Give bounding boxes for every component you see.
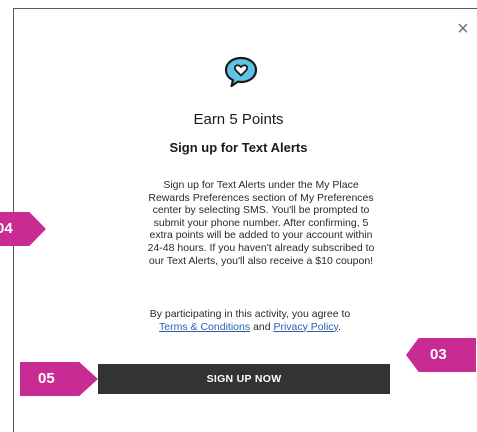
instructions-line: submit your phone number. After confirmi…	[153, 216, 369, 229]
instructions-line: Sign up for Text Alerts under the My Pla…	[163, 179, 359, 191]
consent-links-line: Terms & Conditions and Privacy Policy.	[100, 321, 400, 334]
instructions-line: our Text Alerts, you'll also receive a $…	[148, 254, 374, 267]
close-icon[interactable]: ×	[454, 19, 472, 39]
instructions-line: Rewards Preferences section of My Prefer…	[148, 191, 374, 204]
consent-and: and	[250, 320, 274, 333]
consent-text: By participating in this activity, you a…	[100, 308, 400, 333]
instructions-line: center by selecting SMS. You'll be promp…	[152, 204, 370, 217]
instructions-line: extra points will be added to your accou…	[149, 229, 373, 242]
callout-badge-03: 03	[406, 338, 476, 372]
privacy-link[interactable]: Privacy Policy	[273, 321, 338, 333]
modal-subtitle: Sign up for Text Alerts	[169, 140, 308, 155]
consent-line: By participating in this activity, you a…	[149, 308, 351, 320]
instructions-line: 24-48 hours. If you haven't already subs…	[147, 241, 375, 254]
terms-link[interactable]: Terms & Conditions	[159, 321, 250, 333]
heart-speech-bubble-icon	[224, 56, 258, 88]
instructions-text: Sign up for Text Alerts under the My Pla…	[116, 179, 406, 267]
sign-up-now-button[interactable]: SIGN UP NOW	[98, 364, 390, 394]
page: × Earn 5 Points Sign up for Text Alerts …	[0, 0, 477, 432]
consent-period: .	[338, 320, 341, 333]
points-headline: Earn 5 Points	[193, 111, 284, 128]
